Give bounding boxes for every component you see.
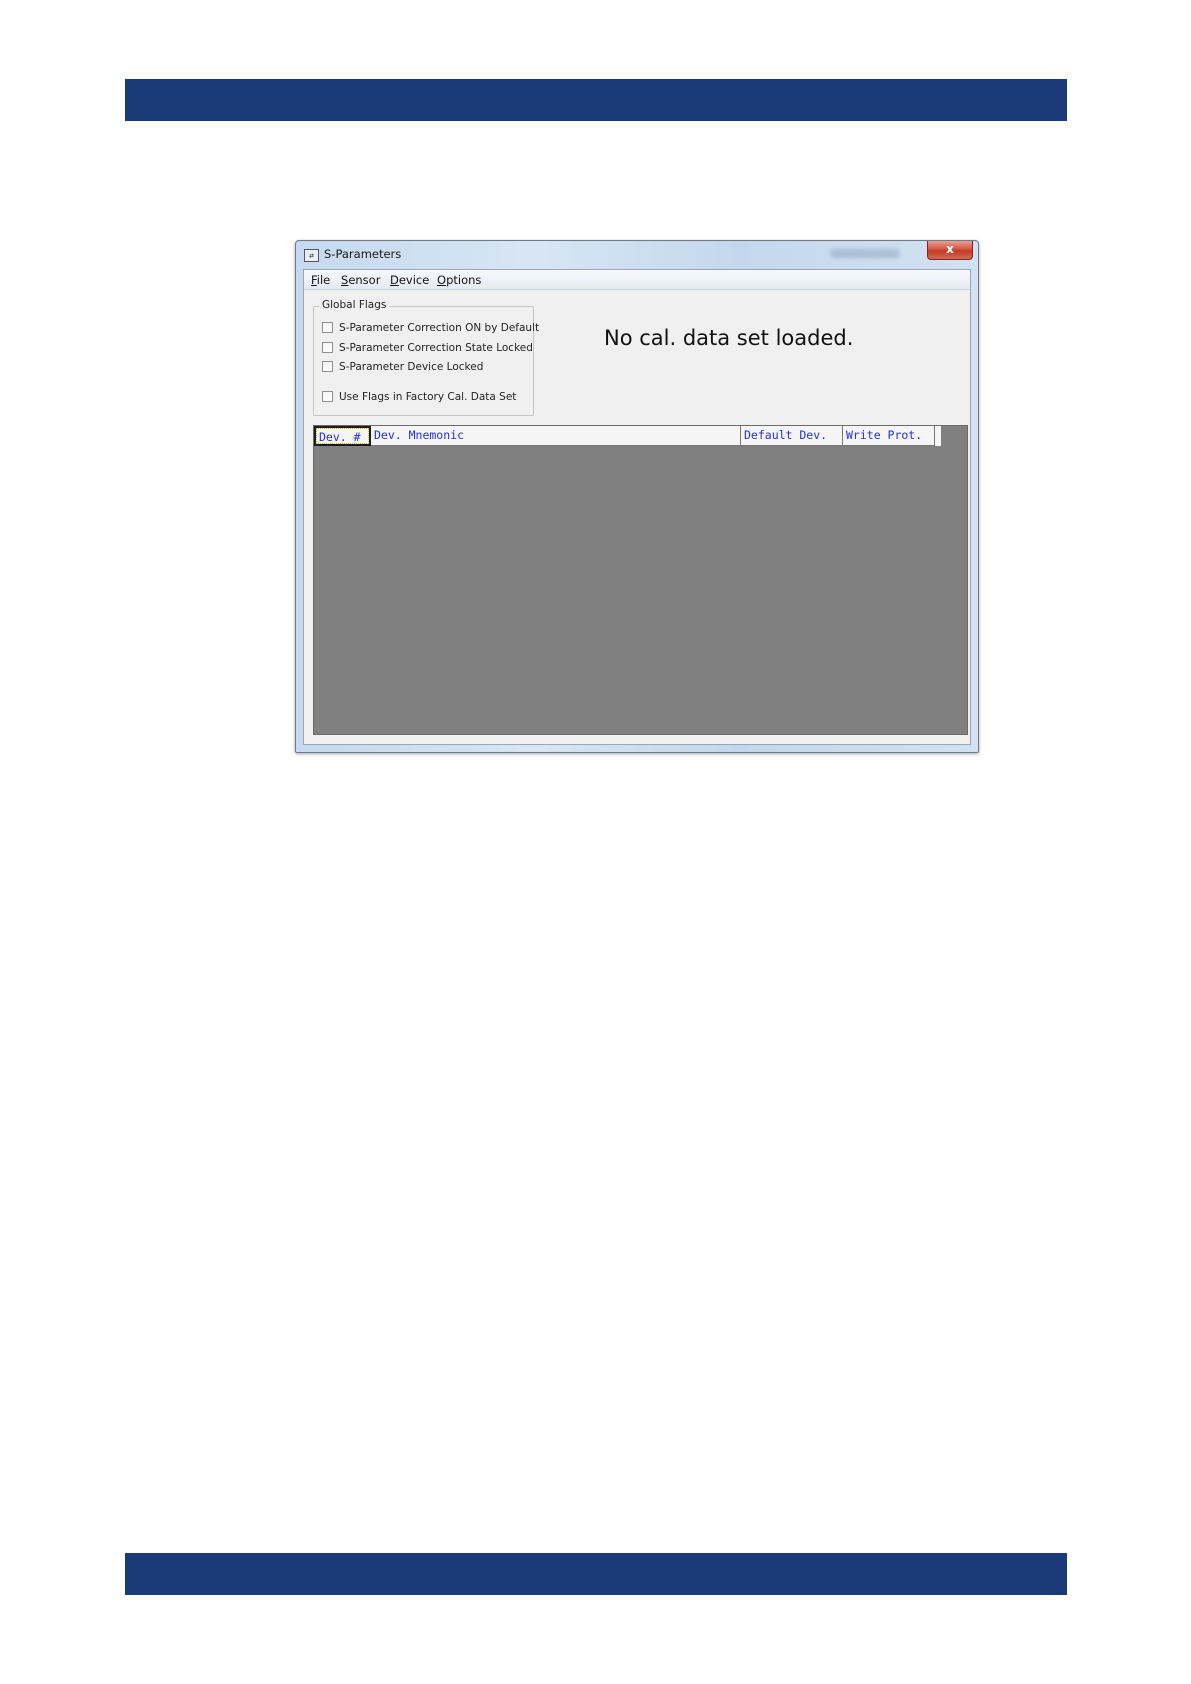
manual-page: ⇄ S-Parameters x File Sensor Device Opti…: [0, 0, 1191, 1684]
flag-correction-state-locked[interactable]: S-Parameter Correction State Locked: [322, 341, 533, 356]
column-header-dev-mnemonic[interactable]: Dev. Mnemonic: [371, 426, 741, 446]
page-header-band: [125, 79, 1067, 121]
global-flags-legend: Global Flags: [319, 299, 390, 311]
menu-sensor[interactable]: Sensor: [341, 273, 380, 287]
flag-use-factory-cal[interactable]: Use Flags in Factory Cal. Data Set: [322, 390, 516, 405]
device-table[interactable]: Dev. # Dev. Mnemonic Default Dev. Write …: [313, 425, 968, 735]
column-header-write-prot[interactable]: Write Prot.: [843, 426, 935, 446]
blurred-title-extra: [830, 249, 900, 258]
global-flags-group: Global Flags S-Parameter Correction ON b…: [313, 299, 539, 416]
menu-device[interactable]: Device: [390, 273, 429, 287]
title-bar[interactable]: ⇄ S-Parameters x: [296, 241, 978, 269]
checkbox[interactable]: [322, 390, 333, 402]
checkbox[interactable]: [322, 321, 333, 333]
window-client-area: File Sensor Device Options Global Flags …: [303, 269, 971, 745]
close-icon: x: [946, 242, 954, 256]
checkbox[interactable]: [322, 341, 333, 353]
flag-correction-on-default[interactable]: S-Parameter Correction ON by Default: [322, 321, 539, 336]
menu-bar: File Sensor Device Options: [304, 270, 970, 290]
menu-options[interactable]: Options: [437, 273, 481, 287]
column-header-default-dev[interactable]: Default Dev.: [741, 426, 843, 446]
app-icon[interactable]: ⇄: [304, 249, 319, 262]
window-title: S-Parameters: [324, 247, 402, 261]
checkbox[interactable]: [322, 360, 333, 372]
close-button[interactable]: x: [927, 241, 973, 260]
status-message: No cal. data set loaded.: [604, 326, 854, 350]
column-header-dev-number[interactable]: Dev. #: [314, 426, 371, 446]
page-footer-band: [125, 1553, 1067, 1595]
device-table-header: Dev. # Dev. Mnemonic Default Dev. Write …: [314, 426, 941, 446]
flag-device-locked[interactable]: S-Parameter Device Locked: [322, 360, 483, 375]
s-parameters-window: ⇄ S-Parameters x File Sensor Device Opti…: [295, 240, 979, 753]
menu-file[interactable]: File: [311, 273, 330, 287]
